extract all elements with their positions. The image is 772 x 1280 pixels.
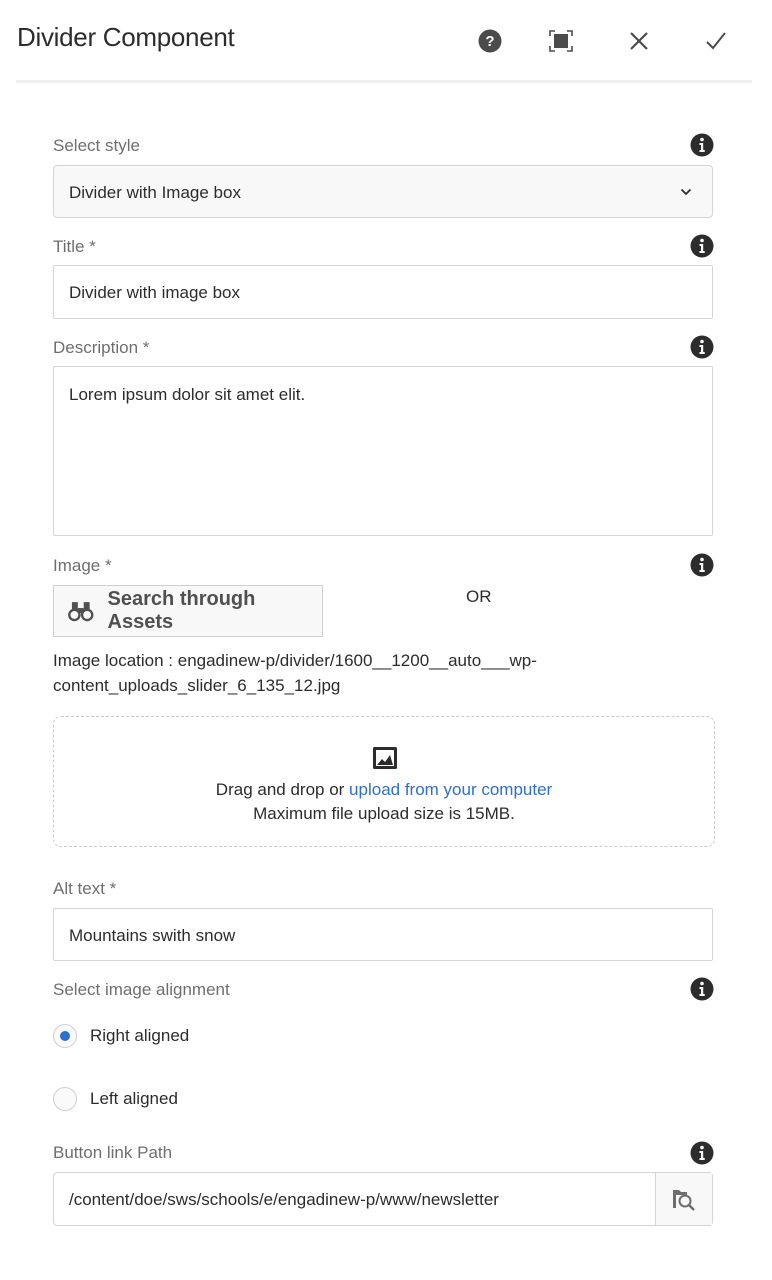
radio-left-aligned-label[interactable]: Left aligned bbox=[90, 1089, 178, 1109]
image-location: Image location : engadinew-p/divider/160… bbox=[53, 651, 537, 695]
dialog-header: Divider Component ? bbox=[16, 0, 752, 83]
upload-link[interactable]: upload from your computer bbox=[349, 780, 552, 799]
button-link-label: Button link Path bbox=[53, 1143, 173, 1162]
info-icon[interactable] bbox=[690, 234, 714, 258]
select-style-label: Select style bbox=[53, 136, 140, 155]
radio-right-aligned[interactable] bbox=[53, 1024, 77, 1048]
search-assets-label: Search through Assets bbox=[107, 588, 256, 633]
alt-text-input[interactable]: Mountains swith snow bbox=[53, 908, 713, 961]
or-separator: OR bbox=[466, 587, 492, 606]
alt-text-value: Mountains swith snow bbox=[69, 926, 236, 945]
image-icon bbox=[373, 747, 397, 769]
description-value: Lorem ipsum dolor sit amet elit. bbox=[69, 385, 306, 404]
button-link-input[interactable]: /content/doe/sws/schools/e/engadinew-p/w… bbox=[53, 1172, 713, 1226]
fullscreen-icon bbox=[549, 30, 573, 52]
close-icon bbox=[630, 32, 648, 50]
radio-left-aligned[interactable] bbox=[53, 1087, 77, 1111]
check-icon bbox=[706, 32, 726, 50]
done-button[interactable] bbox=[701, 26, 731, 56]
title-value: Divider with image box bbox=[69, 283, 241, 302]
select-style-dropdown[interactable]: Divider with Image box bbox=[53, 165, 713, 218]
chevron-down-icon bbox=[680, 188, 692, 196]
dropzone-prefix: Drag and drop or bbox=[215, 780, 350, 799]
help-button[interactable]: ? bbox=[475, 26, 505, 56]
select-style-value: Divider with Image box bbox=[69, 183, 241, 202]
folder-search-icon bbox=[673, 1190, 695, 1211]
max-size-text: Maximum file upload size is 15MB. bbox=[253, 804, 515, 823]
title-label: Title * bbox=[53, 237, 96, 256]
info-icon[interactable] bbox=[690, 335, 714, 359]
fullscreen-button[interactable] bbox=[546, 26, 576, 56]
description-textarea[interactable]: Lorem ipsum dolor sit amet elit. bbox=[53, 366, 713, 536]
image-dropzone[interactable]: Drag and drop or upload from your comput… bbox=[53, 716, 715, 847]
info-icon[interactable] bbox=[690, 977, 714, 1001]
title-input[interactable]: Divider with image box bbox=[53, 265, 713, 319]
info-icon[interactable] bbox=[690, 1141, 714, 1165]
help-icon: ? bbox=[478, 29, 502, 53]
dialog-title: Divider Component bbox=[17, 22, 235, 52]
binoculars-icon bbox=[68, 602, 94, 622]
alt-text-label: Alt text * bbox=[53, 879, 117, 898]
svg-text:?: ? bbox=[485, 33, 494, 50]
button-link-value: /content/doe/sws/schools/e/engadinew-p/w… bbox=[69, 1190, 499, 1209]
image-label: Image * bbox=[53, 556, 112, 575]
info-icon[interactable] bbox=[690, 553, 714, 577]
search-assets-button[interactable]: Search through Assets bbox=[53, 585, 323, 637]
radio-right-aligned-label[interactable]: Right aligned bbox=[90, 1026, 189, 1046]
alignment-label: Select image alignment bbox=[53, 980, 230, 999]
description-label: Description * bbox=[53, 338, 150, 357]
path-browser-button[interactable] bbox=[655, 1173, 712, 1225]
info-icon[interactable] bbox=[690, 133, 714, 157]
close-button[interactable] bbox=[624, 26, 654, 56]
